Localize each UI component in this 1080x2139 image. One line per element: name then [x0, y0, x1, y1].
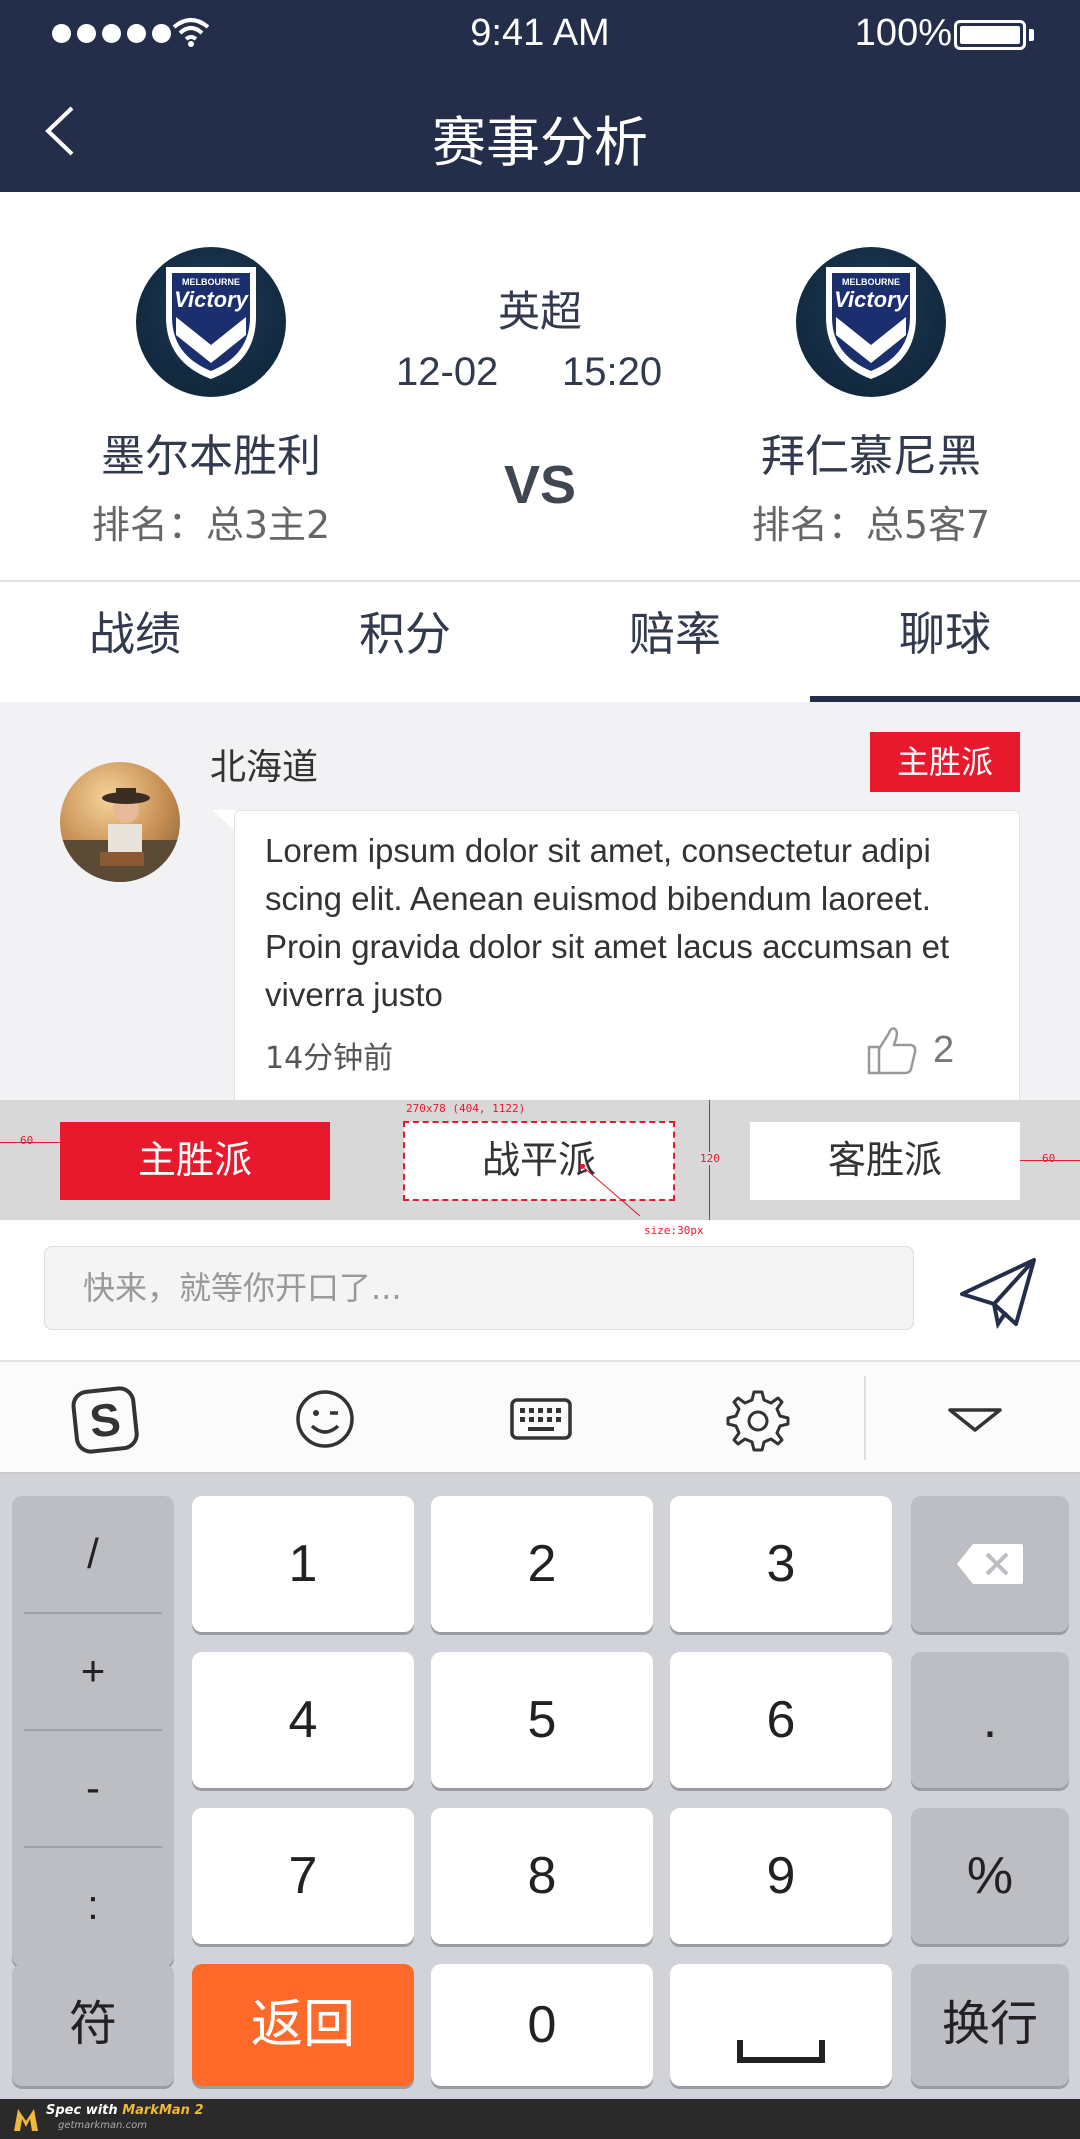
match-card: MELBOURNE Victory MELBOURNE Victory 墨尔本胜…: [0, 192, 1080, 582]
key-0[interactable]: 0: [431, 1964, 653, 2086]
markman-url: getmarkman.com: [58, 2120, 147, 2131]
comment-stance-badge: 主胜派: [870, 732, 1020, 792]
markman-footer: Spec with MarkMan 2 getmarkman.com: [0, 2099, 1080, 2139]
away-team-rank: 排名：总5客7: [751, 503, 991, 547]
return-key[interactable]: 返回: [192, 1964, 414, 2086]
svg-text:S: S: [87, 1393, 123, 1448]
tab-odds[interactable]: 赔率: [540, 582, 810, 702]
match-time: 15:20: [562, 350, 663, 394]
nav-bar: 赛事分析: [0, 70, 1080, 192]
key-9[interactable]: 9: [670, 1808, 892, 1944]
key-7[interactable]: 7: [192, 1808, 414, 1944]
page-title: 赛事分析: [432, 111, 648, 174]
sogou-logo-icon[interactable]: S: [70, 1384, 140, 1454]
spec-left-margin: 60: [20, 1134, 34, 1147]
match-date: 12-02: [396, 350, 499, 394]
key-6[interactable]: 6: [670, 1652, 892, 1788]
send-paper-plane-icon[interactable]: [958, 1254, 1038, 1330]
key-plus[interactable]: +: [12, 1613, 174, 1729]
like-count: 2: [933, 1029, 955, 1071]
key-3[interactable]: 3: [670, 1496, 892, 1632]
battery-percent: 100%: [854, 12, 952, 54]
analysis-tabs: 战绩 积分 赔率 聊球: [0, 582, 1080, 702]
key-1[interactable]: 1: [192, 1496, 414, 1632]
tab-standings[interactable]: 积分: [270, 582, 540, 702]
key-5[interactable]: 5: [431, 1652, 653, 1788]
thumbs-up-icon[interactable]: [865, 1023, 919, 1077]
gear-icon[interactable]: [722, 1384, 792, 1454]
svg-text:Victory: Victory: [174, 287, 250, 312]
home-team-name: 墨尔本胜利: [101, 431, 321, 482]
key-percent[interactable]: %: [911, 1808, 1069, 1944]
spec-leader-line: [580, 1164, 641, 1217]
vs-label: VS: [503, 455, 577, 515]
symbol-column: / + - :: [12, 1496, 174, 1966]
spec-right-margin: 60: [1042, 1152, 1056, 1165]
markman-brand: Spec with MarkMan 2: [46, 2103, 204, 2118]
comment-message: Lorem ipsum dolor sit amet, consectetur …: [265, 832, 950, 1013]
comment-bubble: Lorem ipsum dolor sit amet, consectetur …: [234, 810, 1020, 1100]
home-team-rank: 排名：总3主2: [91, 503, 331, 547]
keyboard-toolbar: S: [0, 1362, 1080, 1474]
keyboard-icon[interactable]: [506, 1384, 576, 1454]
numeric-keyboard: / + - : 1 2 3 4 5 6 . 7 8 9 % 符 返回 0 换行: [0, 1474, 1080, 2099]
key-minus[interactable]: -: [12, 1730, 174, 1846]
markman-logo-icon: [14, 2109, 38, 2131]
newline-key[interactable]: 换行: [911, 1964, 1069, 2086]
symbols-key[interactable]: 符: [12, 1964, 174, 2086]
input-bar: 快来，就等你开口了...: [0, 1220, 1080, 1362]
away-team-name: 拜仁慕尼黑: [761, 431, 981, 482]
key-8[interactable]: 8: [431, 1808, 653, 1944]
tab-chat[interactable]: 聊球: [810, 582, 1080, 702]
key-colon[interactable]: :: [12, 1847, 174, 1963]
stance-away-button[interactable]: 客胜派: [750, 1122, 1020, 1200]
svg-text:Victory: Victory: [834, 287, 910, 312]
chat-input[interactable]: 快来，就等你开口了...: [44, 1246, 914, 1330]
space-key[interactable]: [670, 1964, 892, 2086]
spec-box-size: 270x78 (404, 1122): [406, 1102, 526, 1115]
backspace-key[interactable]: [911, 1496, 1069, 1632]
spec-height: 120: [700, 1152, 720, 1165]
key-dot[interactable]: .: [911, 1652, 1069, 1788]
emoji-icon[interactable]: [290, 1384, 360, 1454]
tab-record[interactable]: 战绩: [0, 582, 270, 702]
key-2[interactable]: 2: [431, 1496, 653, 1632]
home-team-badge: MELBOURNE Victory: [136, 247, 286, 397]
battery-icon: [954, 20, 1026, 50]
avatar[interactable]: [60, 762, 180, 882]
status-bar: 9:41 AM 100%: [0, 0, 1080, 70]
stance-home-button[interactable]: 主胜派: [60, 1122, 330, 1200]
backspace-icon: [957, 1544, 1023, 1584]
chat-area: 北海道 主胜派 Lorem ipsum dolor sit amet, cons…: [0, 702, 1080, 1100]
away-team-badge: MELBOURNE Victory: [796, 247, 946, 397]
spec-font-size: size:30px: [644, 1224, 704, 1237]
stance-selector: 主胜派 战平派 客胜派 60 60 270x78 (404, 1122) 120…: [0, 1100, 1080, 1237]
key-4[interactable]: 4: [192, 1652, 414, 1788]
comment-username: 北海道: [210, 747, 319, 788]
comment-time: 14分钟前: [265, 1041, 394, 1076]
key-slash[interactable]: /: [12, 1496, 174, 1612]
space-icon: [737, 2040, 825, 2063]
league-name: 英超: [497, 287, 582, 336]
collapse-keyboard-icon[interactable]: [940, 1384, 1010, 1454]
svg-text:MELBOURNE: MELBOURNE: [842, 277, 900, 287]
svg-text:MELBOURNE: MELBOURNE: [182, 277, 240, 287]
